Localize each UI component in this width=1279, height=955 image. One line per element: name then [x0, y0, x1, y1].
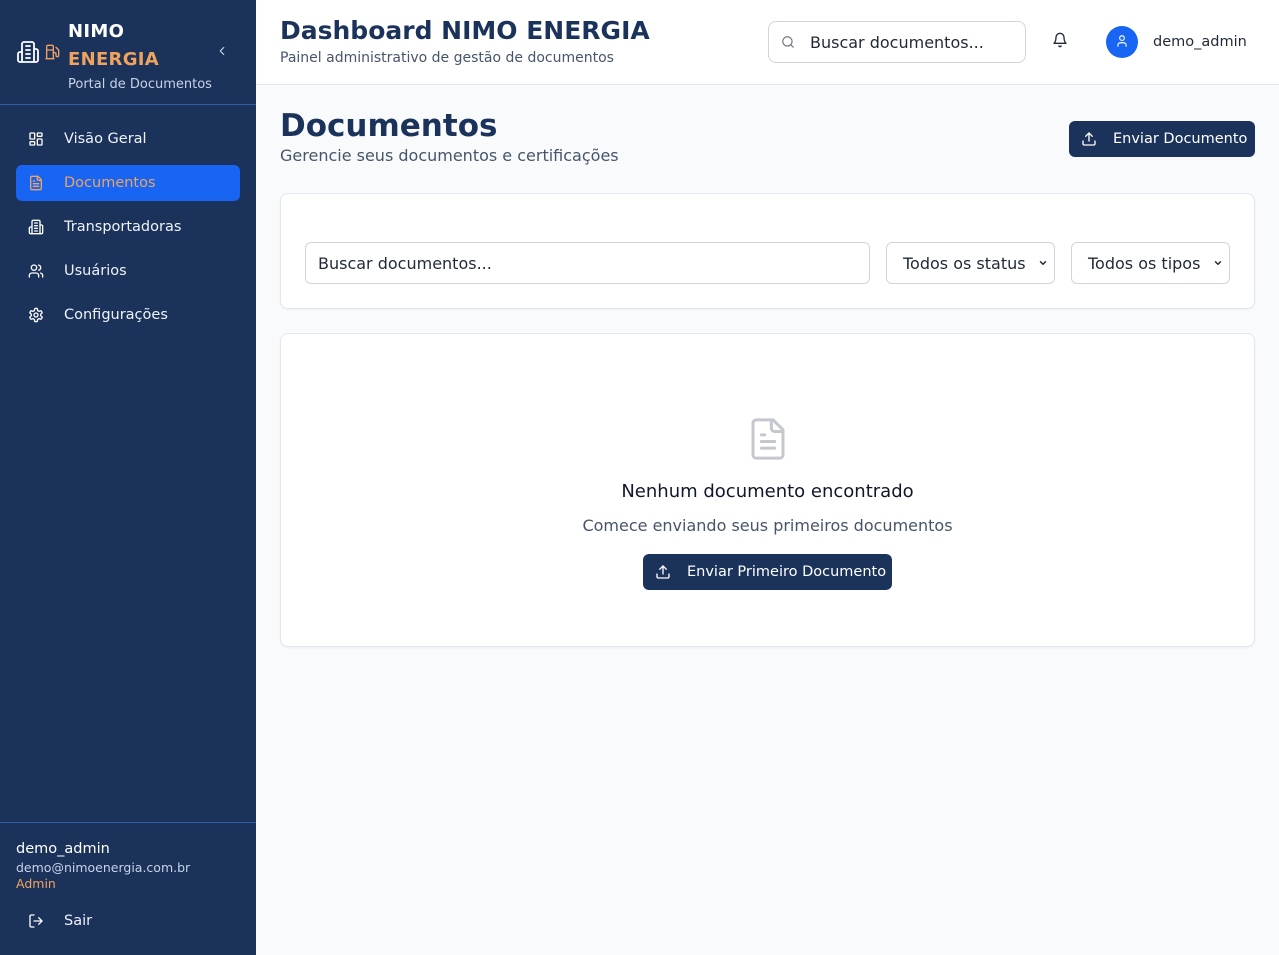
sidebar-item-label: Configurações [64, 307, 168, 323]
fuel-pump-icon [44, 44, 60, 64]
sidebar-item-visao-geral[interactable]: Visão Geral [16, 121, 240, 157]
sidebar-item-configuracoes[interactable]: Configurações [16, 297, 240, 333]
brand-text: NIMO ENERGIA Portal de Documentos [68, 18, 212, 93]
sidebar-nav: Visão Geral Documentos Transportadoras U… [16, 121, 240, 341]
notifications-button[interactable] [1051, 32, 1069, 52]
type-filter-select[interactable]: Todos os tipos [1071, 242, 1230, 284]
status-filter-select[interactable]: Todos os status [886, 242, 1055, 284]
logout-label: Sair [64, 913, 93, 929]
page-subtitle: Gerencie seus documentos e certificações [280, 146, 619, 165]
top-header: Dashboard NIMO ENERGIA Painel administra… [256, 0, 1279, 85]
brand-name-line2: ENERGIA [68, 49, 160, 70]
sidebar-user-info: demo_admin demo@nimoenergia.com.br Admin [0, 822, 256, 892]
brand-name-line1: NIMO [68, 21, 125, 42]
building-icon [28, 219, 44, 235]
upload-icon [655, 564, 671, 580]
status-filter-value: Todos os status [903, 253, 1026, 273]
upload-first-document-label: Enviar Primeiro Documento [687, 564, 887, 580]
users-icon [28, 263, 44, 279]
chevron-down-icon [1213, 258, 1223, 268]
sidebar-item-label: Visão Geral [64, 131, 147, 147]
sidebar: NIMO ENERGIA Portal de Documentos Visão … [0, 0, 256, 955]
brand-logo [16, 40, 60, 68]
sidebar-item-label: Transportadoras [64, 219, 182, 235]
log-out-icon [28, 913, 44, 929]
sidebar-item-label: Usuários [64, 263, 127, 279]
layout-grid-icon [28, 131, 44, 147]
empty-state-title: Nenhum documento encontrado [621, 481, 914, 502]
gear-icon [28, 307, 44, 323]
header-search-input[interactable] [810, 32, 1010, 52]
sidebar-item-transportadoras[interactable]: Transportadoras [16, 209, 240, 245]
empty-state-subtitle: Comece enviando seus primeiros documento… [582, 516, 953, 535]
chevron-left-icon [215, 43, 229, 62]
collapse-sidebar-button[interactable] [213, 43, 231, 61]
type-filter-value: Todos os tipos [1088, 253, 1201, 273]
upload-document-button[interactable]: Enviar Documento [1069, 121, 1255, 157]
document-search-input[interactable] [305, 242, 870, 284]
sidebar-item-documentos[interactable]: Documentos [16, 165, 240, 201]
building-icon [16, 40, 40, 68]
header-username[interactable]: demo_admin [1153, 33, 1247, 51]
brand-header: NIMO ENERGIA Portal de Documentos [0, 0, 256, 105]
chevron-down-icon [1038, 258, 1048, 268]
header-search[interactable] [768, 21, 1026, 63]
sidebar-item-usuarios[interactable]: Usuários [16, 253, 240, 289]
search-icon [781, 35, 795, 49]
header-subtitle: Painel administrativo de gestão de docum… [280, 50, 614, 66]
upload-first-document-button[interactable]: Enviar Primeiro Documento [643, 554, 892, 590]
avatar[interactable] [1106, 26, 1138, 58]
filter-card: Todos os status Todos os tipos [280, 193, 1255, 309]
sidebar-user-email: demo@nimoenergia.com.br [16, 860, 191, 875]
page-title: Documentos [280, 108, 498, 144]
brand-subtitle: Portal de Documentos [68, 77, 212, 92]
sidebar-item-label: Documentos [64, 175, 156, 191]
logout-button[interactable]: Sair [16, 903, 240, 939]
user-icon [1115, 33, 1129, 52]
header-title: Dashboard NIMO ENERGIA [280, 16, 650, 45]
bell-icon [1052, 32, 1068, 52]
sidebar-user-role: Admin [16, 876, 56, 891]
empty-state-card: Nenhum documento encontrado Comece envia… [280, 333, 1255, 647]
file-text-icon [748, 416, 788, 462]
sidebar-user-name: demo_admin [16, 841, 110, 857]
upload-document-label: Enviar Documento [1113, 131, 1248, 147]
file-text-icon [28, 175, 44, 191]
upload-icon [1081, 131, 1097, 147]
